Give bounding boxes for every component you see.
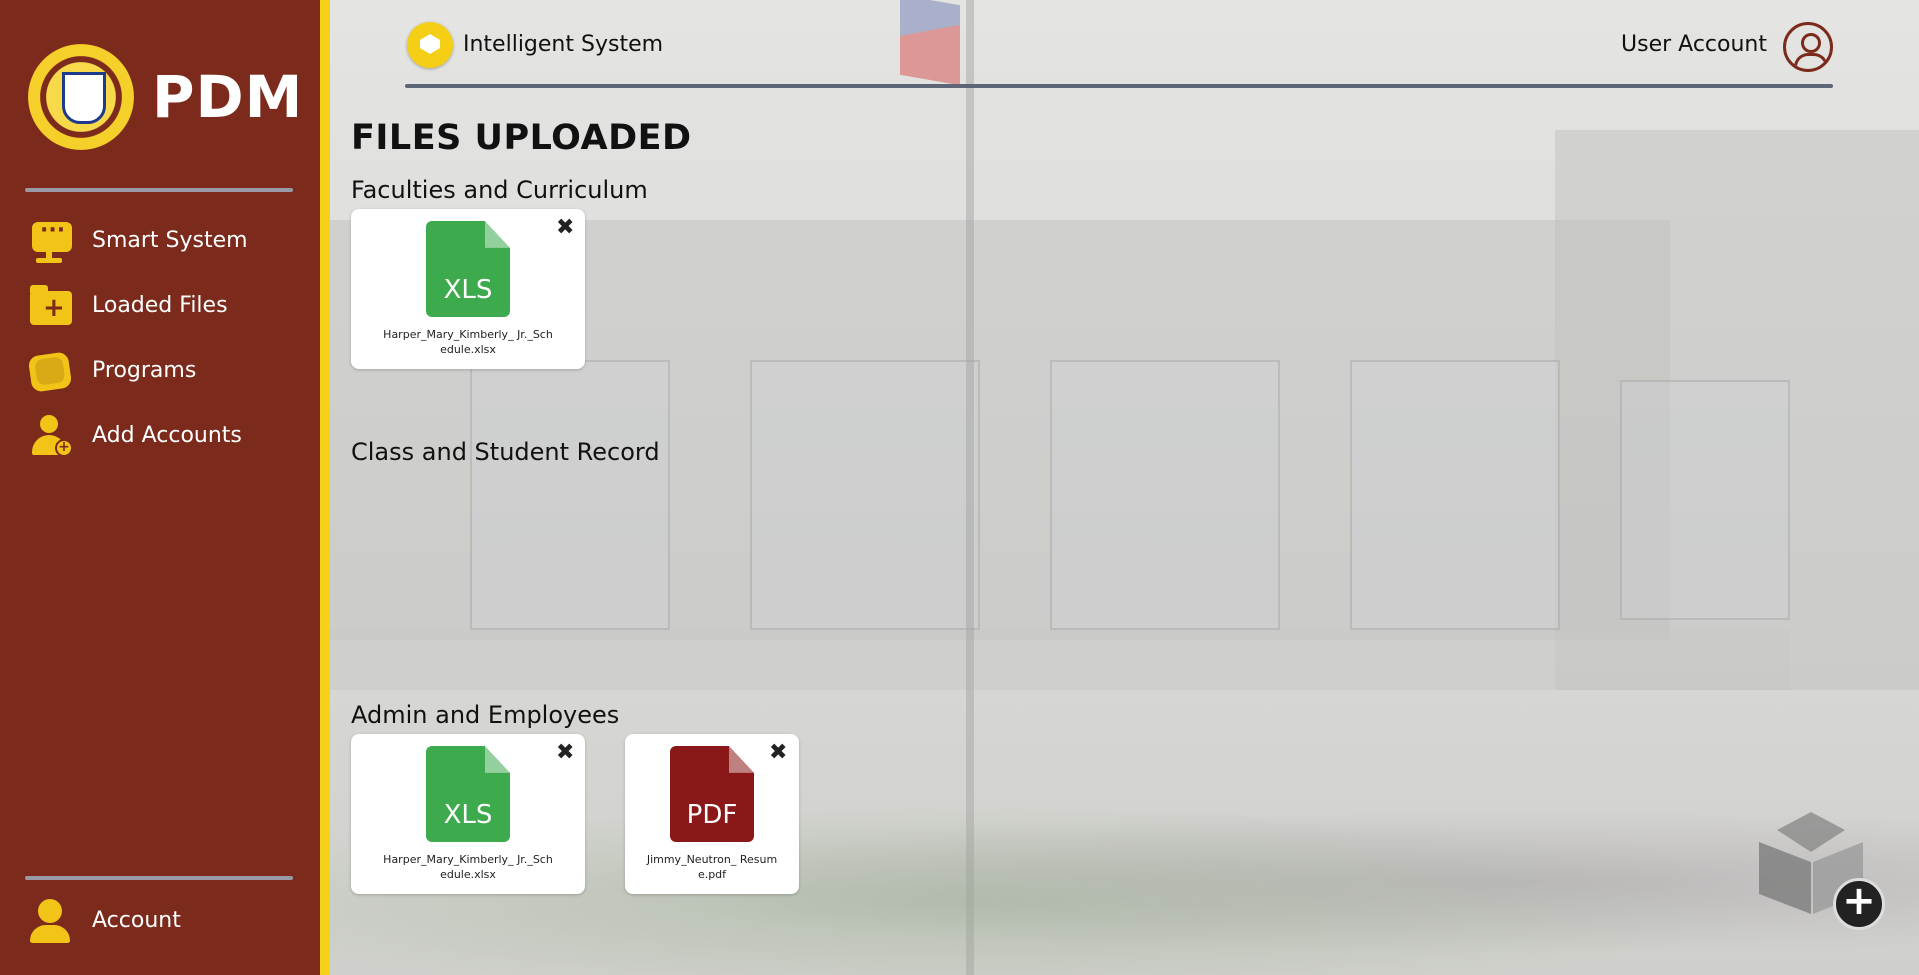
close-icon[interactable]: ✖ bbox=[556, 217, 574, 239]
brand: PDM bbox=[28, 44, 303, 150]
school-seal-logo bbox=[28, 44, 134, 150]
file-type-label: XLS bbox=[443, 275, 493, 305]
sidebar: PDM Smart System Loaded Files Programs + bbox=[0, 0, 320, 975]
building-window bbox=[1620, 380, 1790, 620]
sidebar-divider-bottom bbox=[25, 876, 293, 880]
section-title-class-records: Class and Student Record bbox=[351, 438, 660, 466]
app-title: Intelligent System bbox=[463, 32, 664, 57]
sidebar-item-smart-system[interactable]: Smart System bbox=[28, 208, 248, 273]
add-user-icon: + bbox=[28, 413, 74, 459]
sidebar-accent-stripe bbox=[320, 0, 330, 975]
building-window bbox=[470, 360, 670, 630]
close-icon[interactable]: ✖ bbox=[556, 742, 574, 764]
section-title-admin: Admin and Employees bbox=[351, 701, 620, 729]
page-title: FILES UPLOADED bbox=[351, 118, 692, 158]
sidebar-divider-top bbox=[25, 188, 293, 192]
file-name: Harper_Mary_Kimberly_ Jr._Schedule.xlsx bbox=[383, 328, 553, 356]
file-type-label: XLS bbox=[443, 800, 493, 830]
brand-text: PDM bbox=[152, 63, 304, 131]
close-icon[interactable]: ✖ bbox=[769, 742, 787, 764]
add-cube-icon bbox=[1777, 812, 1845, 852]
sidebar-nav: Smart System Loaded Files Programs + Add… bbox=[27, 208, 248, 468]
file-name: Harper_Mary_Kimberly_ Jr._Schedule.xlsx bbox=[383, 853, 553, 881]
user-account-label[interactable]: User Account bbox=[1621, 32, 1767, 57]
add-file-button[interactable]: + bbox=[1755, 812, 1885, 932]
file-name: Jimmy_Neutron_ Resume.pdf bbox=[646, 853, 778, 881]
file-type-label: PDF bbox=[686, 800, 738, 830]
building-window bbox=[1050, 360, 1280, 630]
system-logo-icon bbox=[407, 22, 453, 68]
cube-left-face bbox=[1759, 842, 1811, 914]
file-card[interactable]: PDF ✖ Jimmy_Neutron_ Resume.pdf bbox=[625, 734, 799, 894]
file-card[interactable]: XLS ✖ Harper_Mary_Kimberly_ Jr._Schedule… bbox=[351, 734, 585, 894]
sidebar-item-programs[interactable]: Programs bbox=[27, 338, 248, 403]
sidebar-item-label: Programs bbox=[92, 358, 197, 383]
header-divider bbox=[405, 84, 1833, 88]
account-icon bbox=[28, 897, 74, 943]
sidebar-item-account[interactable]: Account bbox=[28, 897, 181, 943]
section-title-faculties: Faculties and Curriculum bbox=[351, 176, 648, 204]
folder-plus-icon bbox=[28, 283, 74, 329]
programs-icon bbox=[27, 348, 74, 394]
top-header: Intelligent System User Account bbox=[405, 22, 1833, 86]
sidebar-item-label: Add Accounts bbox=[92, 423, 242, 448]
building-window bbox=[1350, 360, 1560, 630]
building-window bbox=[750, 360, 980, 630]
sidebar-item-loaded-files[interactable]: Loaded Files bbox=[28, 273, 248, 338]
user-avatar-icon[interactable] bbox=[1783, 22, 1833, 72]
sidebar-item-add-accounts[interactable]: + Add Accounts bbox=[28, 403, 248, 468]
plus-icon: + bbox=[1833, 878, 1885, 930]
sidebar-item-label: Smart System bbox=[92, 228, 248, 253]
sidebar-item-label: Loaded Files bbox=[92, 293, 228, 318]
smart-system-icon bbox=[28, 218, 74, 264]
file-card[interactable]: XLS ✖ Harper_Mary_Kimberly_ Jr._Schedule… bbox=[351, 209, 585, 369]
building-canopy bbox=[330, 630, 1790, 690]
sidebar-item-label: Account bbox=[92, 907, 181, 933]
